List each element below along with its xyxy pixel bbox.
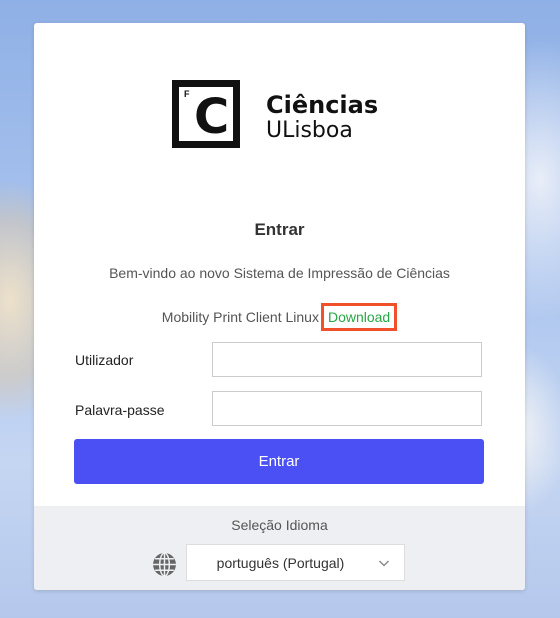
password-label: Palavra-passe (75, 402, 165, 418)
language-selected-value: português (Portugal) (216, 555, 345, 571)
download-link[interactable]: Download (320, 303, 398, 331)
logo-line1: Ciências (266, 91, 379, 119)
welcome-text: Bem-vindo ao novo Sistema de Impressão d… (109, 265, 450, 281)
globe-icon (153, 552, 176, 577)
login-card: F C Ciências ULisboa Entrar Bem-vindo ao… (34, 23, 525, 590)
password-field[interactable] (212, 391, 482, 426)
logo-letter: C (194, 89, 230, 145)
page-title: Entrar (254, 220, 305, 239)
login-button[interactable]: Entrar (74, 439, 484, 484)
ciencias-logo: F C Ciências ULisboa (172, 79, 378, 163)
username-label: Utilizador (75, 352, 134, 368)
language-footer: Seleção Idioma português (Portugal) (34, 506, 525, 590)
language-title: Seleção Idioma (231, 517, 328, 533)
logo-mark: F C (172, 80, 240, 148)
username-field[interactable] (212, 342, 482, 377)
chevron-down-icon (379, 560, 389, 567)
language-select[interactable]: português (Portugal) (186, 544, 405, 581)
logo-line2: ULisboa (266, 118, 353, 143)
mobility-client-line: Mobility Print Client Linux Download (34, 303, 525, 331)
logo-small-letter: F (184, 89, 190, 99)
mobility-client-text: Mobility Print Client Linux (161, 309, 319, 325)
